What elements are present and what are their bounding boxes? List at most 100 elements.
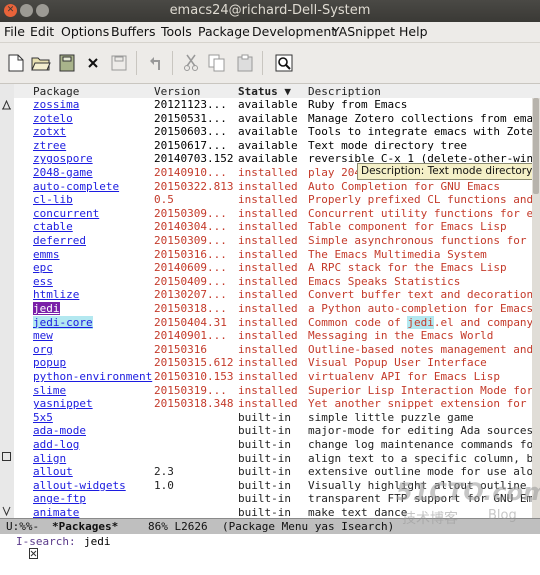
package-row[interactable]: auto-complete 20150322.813 installed Auto C… <box>14 180 532 194</box>
package-name-link[interactable]: slime <box>33 384 66 397</box>
package-row[interactable]: animate built-in make text dance <box>14 506 532 518</box>
package-row[interactable]: add-log built-in change log maintenance co… <box>14 438 532 452</box>
package-name-link[interactable]: zotelo <box>33 112 73 125</box>
package-name-link[interactable]: ess <box>33 275 53 288</box>
package-name-link[interactable]: zotxt <box>33 125 66 138</box>
package-description: virtualenv API for Emacs Lisp <box>308 370 501 383</box>
package-name-link[interactable]: org <box>33 343 53 356</box>
save-icon[interactable] <box>57 53 77 73</box>
vertical-scrollbar[interactable] <box>532 98 540 518</box>
package-row[interactable]: concurrent 20150309... installed Concurrent… <box>14 207 532 221</box>
undo-icon[interactable] <box>146 53 166 73</box>
package-version: 20140609... <box>154 261 227 275</box>
package-name-link[interactable]: ange-ftp <box>33 492 86 505</box>
minibuffer[interactable]: I-search: jedi <box>0 534 540 559</box>
package-version: 20150409... <box>154 274 227 288</box>
package-row[interactable]: zotelo 20150531... available Manage Zotero … <box>14 112 532 126</box>
package-row[interactable]: deferred 20150309... installed Simple async… <box>14 234 532 248</box>
package-row[interactable]: jedi-core 20150404.31 installed Common code… <box>14 315 532 330</box>
package-name-link[interactable]: epc <box>33 261 53 274</box>
package-name-link[interactable]: auto-complete <box>33 180 119 193</box>
menu-edit[interactable]: Edit <box>30 24 54 39</box>
package-name-link[interactable]: allout-widgets <box>33 479 126 492</box>
package-name-link[interactable]: zossima <box>33 98 79 111</box>
package-name-link[interactable]: cl-lib <box>33 193 73 206</box>
package-name-link[interactable]: allout <box>33 465 73 478</box>
package-name-link[interactable]: deferred <box>33 234 86 247</box>
package-row[interactable]: epc 20140609... installed A RPC stack for t… <box>14 261 532 275</box>
package-row[interactable]: ada-mode built-in major-mode for editing A… <box>14 424 532 438</box>
open-folder-icon[interactable] <box>31 53 51 73</box>
package-name-link[interactable]: add-log <box>33 438 79 451</box>
modeline-modes[interactable]: (Package Menu yas Isearch) <box>222 520 394 533</box>
header-description[interactable]: Description <box>308 85 381 98</box>
package-row[interactable]: org 20150316 installed Outline-based notes … <box>14 343 532 357</box>
package-name-link[interactable]: ctable <box>33 220 73 233</box>
close-x-icon[interactable] <box>83 53 103 73</box>
package-row[interactable]: ctable 20140304... installed Table componen… <box>14 220 532 234</box>
package-row[interactable]: zossima 20121123... available Ruby from Ema… <box>14 98 532 112</box>
isearch-query[interactable]: jedi <box>84 535 111 548</box>
package-row[interactable]: python-environment 20150310.153 installed v… <box>14 370 532 384</box>
package-name-link[interactable]: mew <box>33 329 53 342</box>
package-name-link[interactable]: jedi-core <box>33 315 93 329</box>
cut-icon[interactable] <box>181 53 201 73</box>
package-row[interactable]: zotxt 20150603... available Tools to integr… <box>14 125 532 139</box>
modeline-buffer-name[interactable]: *Packages* <box>52 520 118 533</box>
package-name-link[interactable]: concurrent <box>33 207 99 220</box>
package-row[interactable]: ess 20150409... installed Emacs Speaks Stat… <box>14 275 532 289</box>
package-name-link[interactable]: popup <box>33 356 66 369</box>
package-row[interactable]: ztree 20150617... available Text mode direc… <box>14 139 532 153</box>
package-row[interactable]: allout-widgets 1.0 built-in Visually highli… <box>14 479 532 493</box>
paste-icon[interactable] <box>235 53 255 73</box>
menu-help[interactable]: Help <box>399 24 428 39</box>
menu-development[interactable]: Development <box>252 24 336 39</box>
package-row[interactable]: emms 20150316... installed The Emacs Multim… <box>14 248 532 262</box>
search-icon[interactable] <box>274 53 294 73</box>
package-name-link[interactable]: ztree <box>33 139 66 152</box>
package-row[interactable]: htmlize 20130207... installed Convert buffe… <box>14 288 532 302</box>
package-description: major-mode for editing Ada sources <box>308 424 532 438</box>
package-row[interactable]: ange-ftp built-in transparent FTP support … <box>14 492 532 506</box>
package-row[interactable]: yasnippet 20150318.348 installed Yet anothe… <box>14 397 532 411</box>
header-version[interactable]: Version <box>154 85 200 98</box>
menu-tools[interactable]: Tools <box>161 24 192 39</box>
package-row[interactable]: allout 2.3 built-in extensive outline mode … <box>14 465 532 479</box>
menu-package[interactable]: Package <box>198 24 250 39</box>
package-version: 20150310.153 <box>154 370 234 383</box>
package-name-link[interactable]: zygospore <box>33 152 93 165</box>
package-row[interactable]: popup 20150315.612 installed Visual Popup U… <box>14 356 532 370</box>
package-row[interactable]: align built-in align text to a specific co… <box>14 452 532 466</box>
menu-buffers[interactable]: Buffers <box>111 24 155 39</box>
modeline-position: 86% L2626 <box>148 520 208 533</box>
menu-options[interactable]: Options <box>61 24 109 39</box>
package-row[interactable]: mew 20140901... installed Messaging in the … <box>14 329 532 343</box>
package-description: change log maintenance commands for <box>308 438 532 451</box>
header-package[interactable]: Package <box>33 85 79 98</box>
menu-file[interactable]: File <box>4 24 25 39</box>
scrollbar-thumb[interactable] <box>533 98 539 194</box>
package-name-link[interactable]: 5x5 <box>33 411 53 424</box>
package-description: Yet another snippet extension for E <box>308 397 532 411</box>
package-name-link[interactable]: jedi <box>33 302 60 315</box>
header-status[interactable]: Status ▼ <box>238 85 291 98</box>
save-as-icon[interactable] <box>109 53 129 73</box>
package-name-link[interactable]: emms <box>33 248 60 261</box>
package-row[interactable]: 5x5 built-in simple little puzzle game <box>14 411 532 425</box>
copy-icon[interactable] <box>207 53 227 73</box>
package-row[interactable]: cl-lib 0.5 installed Properly prefixed CL f… <box>14 193 532 207</box>
package-row[interactable]: slime 20150319... installed Superior Lisp I… <box>14 384 532 398</box>
menu-yasnippet[interactable]: YASnippet <box>332 24 395 39</box>
package-name-link[interactable]: yasnippet <box>33 397 93 410</box>
package-name-link[interactable]: 2048-game <box>33 166 93 179</box>
package-description: Visually highlight allout outline s <box>308 478 532 492</box>
new-file-icon[interactable] <box>6 53 26 73</box>
package-name-link[interactable]: python-environment <box>33 370 152 383</box>
package-name-link[interactable]: htmlize <box>33 288 79 301</box>
package-name-link[interactable]: animate <box>33 506 79 518</box>
package-name-link[interactable]: align <box>33 452 66 465</box>
package-name-link[interactable]: ada-mode <box>33 424 86 437</box>
package-description: Properly prefixed CL functions and <box>308 193 532 207</box>
package-description: play 204 <box>308 166 361 179</box>
package-row[interactable]: jedi 20150318... installed a Python auto-co… <box>14 302 532 316</box>
